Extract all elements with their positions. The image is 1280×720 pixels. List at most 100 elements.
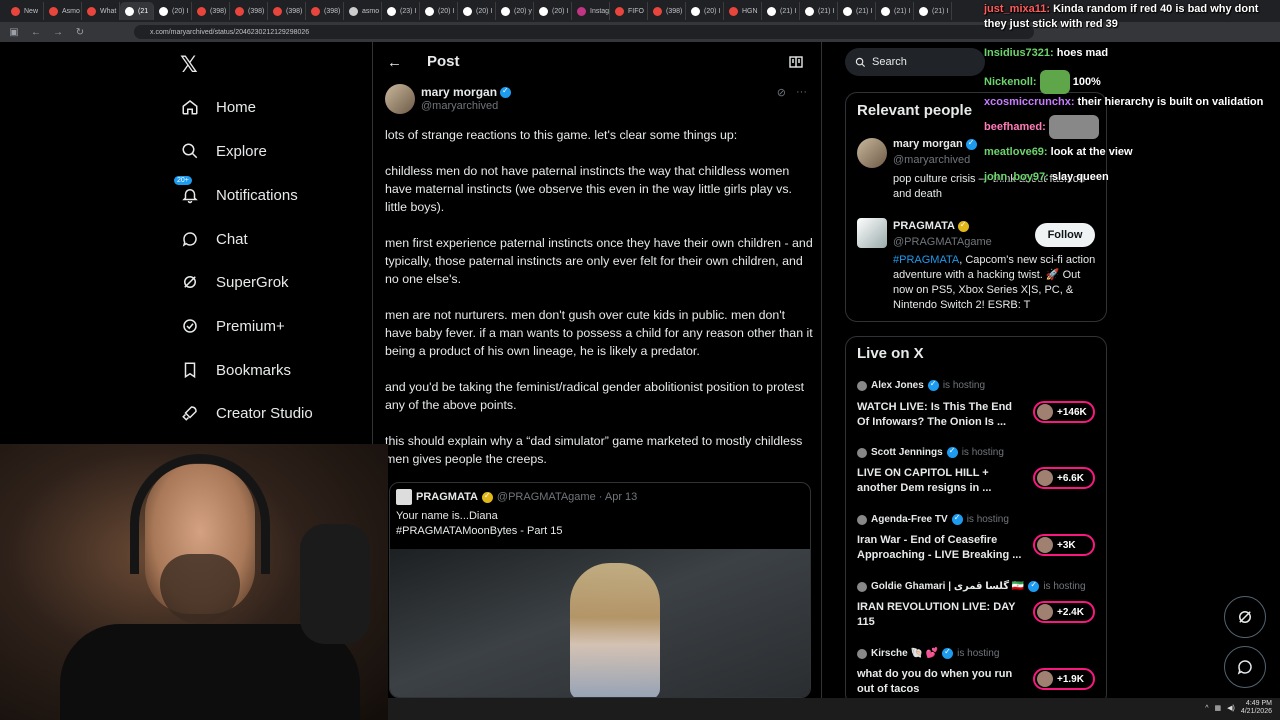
url-field[interactable]: x.com/maryarchived/status/20462302121292… (134, 25, 1034, 39)
browser-tab[interactable]: FIFO (610, 2, 648, 20)
live-title[interactable]: Iran War - End of Ceasefire Approaching … (857, 533, 1027, 563)
author-name[interactable]: mary morgan (421, 85, 512, 99)
browser-tab[interactable]: (20) I (420, 2, 458, 20)
sidebar-toggle-icon[interactable]: ▣ (8, 27, 20, 38)
x-logo-icon[interactable]: 𝕏 (180, 54, 202, 76)
live-host-row[interactable]: Agenda-Free TV is hosting (857, 513, 1009, 525)
volume-icon[interactable]: ◀) (1227, 704, 1235, 712)
quoted-post[interactable]: PRAGMATA @PRAGMATAgame · Apr 13 Your nam… (389, 482, 811, 698)
video-frame-figure (570, 563, 660, 697)
forward-arrow-icon[interactable]: → (52, 27, 64, 38)
tab-favicon-icon (235, 6, 244, 16)
browser-tab[interactable]: (21 (120, 2, 154, 20)
browser-tab[interactable]: (21) I (838, 2, 876, 20)
live-host-row[interactable]: Kirsche 🐚 💕 is hosting (857, 647, 1000, 659)
verified-badge-icon (927, 379, 939, 391)
tab-favicon-icon (729, 6, 738, 16)
relevant-name-mary[interactable]: mary morgan (893, 138, 977, 150)
live-listeners-pill[interactable]: +146K (1033, 401, 1095, 423)
live-avatar (1037, 470, 1053, 486)
browser-tab[interactable]: (398) (648, 2, 686, 20)
browser-tab[interactable]: What (82, 2, 120, 20)
search-input[interactable]: Search (845, 48, 985, 76)
browser-tab[interactable]: (21) I (876, 2, 914, 20)
tab-label: (398) (666, 7, 683, 15)
browser-tab[interactable]: New (6, 2, 44, 20)
nav-item-supergrok[interactable]: SuperGrok (180, 272, 289, 292)
author-avatar[interactable] (385, 84, 415, 114)
live-title[interactable]: LIVE ON CAPITOL HILL + another Dem resig… (857, 466, 1027, 496)
browser-tab[interactable]: (398) (230, 2, 268, 20)
quoted-post-header: PRAGMATA @PRAGMATAgame · Apr 13 (396, 489, 637, 505)
browser-tab[interactable]: (398) (268, 2, 306, 20)
post-paragraph: and you'd be taking the feminist/radical… (385, 380, 805, 412)
live-title[interactable]: WATCH LIVE: Is This The End Of Infowars?… (857, 400, 1027, 430)
network-icon[interactable]: ▦ (1215, 704, 1222, 712)
post-paragraph: men first experience paternal instincts … (385, 236, 813, 286)
back-arrow-icon[interactable]: ← (387, 54, 402, 71)
nav-item-premium[interactable]: Premium+ (180, 316, 285, 336)
browser-tab[interactable]: (20) I (458, 2, 496, 20)
more-options-icon[interactable]: ··· (796, 86, 807, 99)
browser-tab[interactable]: (21) I (914, 2, 952, 20)
browser-tab[interactable]: (23) I (382, 2, 420, 20)
browser-tab[interactable]: (20) I (534, 2, 572, 20)
relevant-name-pragmata[interactable]: PRAGMATA (893, 220, 969, 232)
browser-tab[interactable]: (20) y (496, 2, 534, 20)
verified-badge-icon (965, 138, 977, 150)
live-title[interactable]: IRAN REVOLUTION LIVE: DAY 115 (857, 600, 1027, 630)
host-avatar (857, 581, 867, 592)
browser-tab[interactable]: (21) I (762, 2, 800, 20)
quoted-video[interactable] (390, 549, 810, 697)
relevant-avatar-mary[interactable] (857, 138, 887, 168)
live-listeners-pill[interactable]: +2.4K (1033, 601, 1095, 623)
messages-fab-button[interactable] (1224, 646, 1266, 688)
live-count: +3K (1057, 539, 1076, 551)
live-title[interactable]: what do you do when you run out of tacos (857, 667, 1027, 697)
browser-tab[interactable]: asmo (344, 2, 382, 20)
hosting-label: is hosting (957, 648, 1000, 659)
tray-chevron-icon[interactable]: ^ (1205, 705, 1208, 712)
grok-icon[interactable]: ⊘ (777, 86, 786, 99)
live-host-row[interactable]: Goldie Ghamari | گلسا قمری 🇮🇷 is hosting (857, 580, 1086, 592)
nav-item-chat[interactable]: Chat (180, 229, 248, 249)
browser-tab[interactable]: HGN (724, 2, 762, 20)
taskbar-clock[interactable]: 4:49 PM 4/21/2026 (1241, 700, 1272, 716)
author-handle[interactable]: @maryarchived (421, 100, 498, 112)
tab-label: (21) I (856, 7, 873, 15)
browser-tab[interactable]: (398) (306, 2, 344, 20)
reload-icon[interactable]: ↻ (74, 27, 86, 38)
browser-tab[interactable]: Instag (572, 2, 610, 20)
live-listeners-pill[interactable]: +3K (1033, 534, 1095, 556)
nav-item-notifications[interactable]: 20+ Notifications (174, 176, 298, 205)
streamer-webcam (0, 444, 388, 720)
reader-mode-icon[interactable] (789, 55, 803, 73)
browser-tab[interactable]: (21) I (800, 2, 838, 20)
grok-fab-button[interactable] (1224, 596, 1266, 638)
nav-item-explore[interactable]: Explore (180, 141, 267, 161)
live-listeners-pill[interactable]: +1.9K (1033, 668, 1095, 690)
nav-item-bookmarks[interactable]: Bookmarks (180, 360, 291, 380)
nav-item-creator-studio[interactable]: Creator Studio (180, 403, 313, 423)
headset-icon (130, 454, 270, 574)
browser-tab[interactable]: Asmo (44, 2, 82, 20)
nav-item-home[interactable]: Home (180, 97, 256, 117)
browser-tab[interactable]: (20) I (154, 2, 192, 20)
live-host-row[interactable]: Scott Jennings is hosting (857, 446, 1004, 458)
live-host-row[interactable]: Alex Jones is hosting (857, 379, 985, 391)
live-listeners-pill[interactable]: +6.6K (1033, 467, 1095, 489)
relevant-avatar-pragmata[interactable] (857, 218, 887, 248)
hashtag-link[interactable]: #PRAGMATA (893, 254, 959, 266)
nav-label-bookmarks: Bookmarks (216, 361, 292, 379)
tab-label: HGN (742, 7, 758, 15)
chat-username: beefhamed: (984, 120, 1046, 133)
author-name-text: mary morgan (421, 85, 498, 99)
follow-button[interactable]: Follow (1035, 223, 1095, 247)
browser-tab[interactable]: (20) I (686, 2, 724, 20)
tab-favicon-icon (387, 6, 396, 16)
back-arrow-icon[interactable]: ← (30, 27, 42, 38)
relevant-handle-pragmata[interactable]: @PRAGMATAgame (893, 236, 992, 248)
quoted-text-line: #PRAGMATAMoonBytes - Part 15 (396, 525, 563, 537)
browser-tab[interactable]: (398) (192, 2, 230, 20)
relevant-handle-mary[interactable]: @maryarchived (893, 154, 970, 166)
